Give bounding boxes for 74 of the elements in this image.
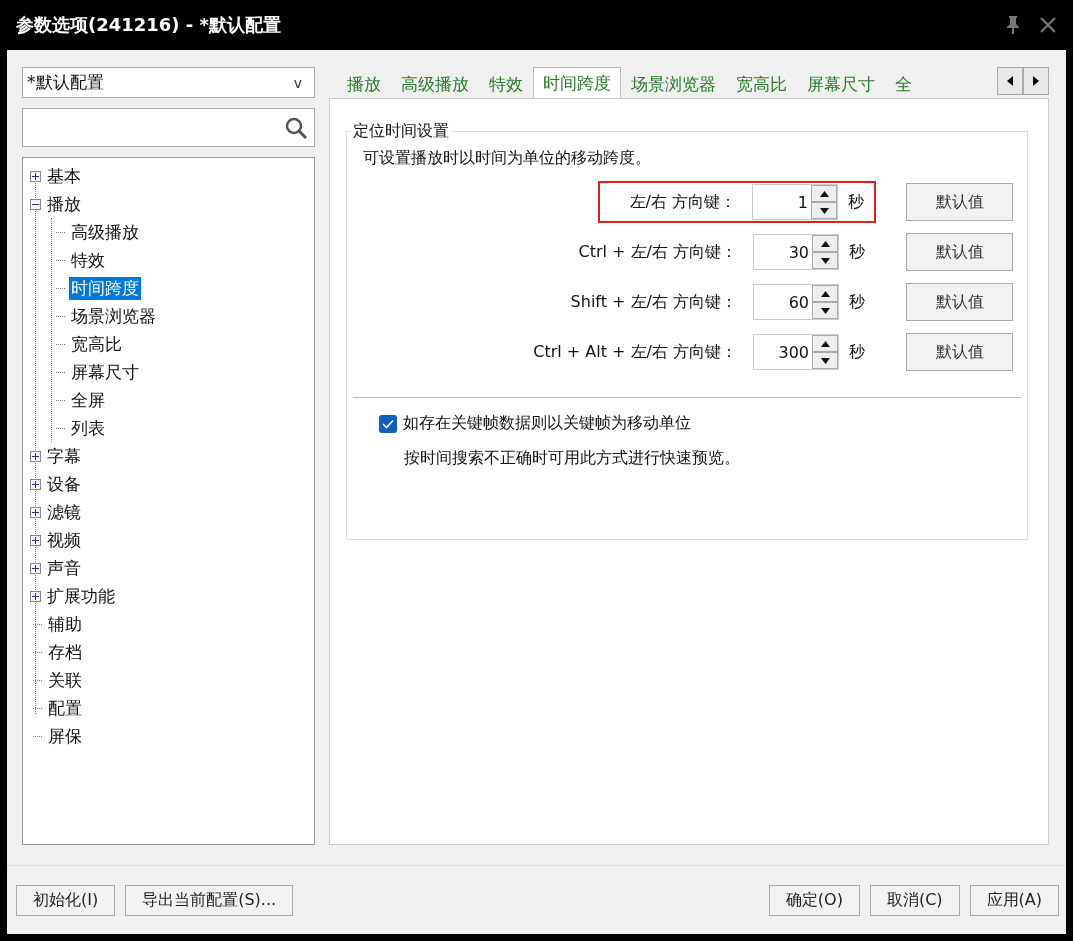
pin-icon[interactable] [1005,15,1021,35]
window-title: 参数选项(241216) - *默认配置 [16,13,283,37]
tree-item[interactable]: 关联 [46,668,84,692]
right-triangle-icon [1033,76,1039,86]
default-button[interactable]: 默认值 [906,183,1013,221]
tree-item[interactable]: 基本 [45,164,83,188]
tree-item[interactable]: 视频 [45,528,83,552]
tree-item[interactable]: 声音 [45,556,83,580]
expand-icon[interactable] [30,170,41,182]
unit-label: 秒 [849,241,866,263]
tree-item[interactable]: 全屏 [69,388,107,412]
default-button[interactable]: 默认值 [906,283,1013,321]
search-field[interactable] [22,108,315,147]
tab[interactable]: 全 [885,69,922,98]
checkmark-icon [382,418,394,429]
collapse-icon[interactable] [30,198,41,210]
tree-item[interactable]: 配置 [46,696,84,720]
tree-item[interactable]: 滤镜 [45,500,83,524]
number-spinner[interactable]: 30 [753,234,839,270]
unit-label: 秒 [848,191,865,213]
left-triangle-icon [1007,76,1013,86]
tree-item[interactable]: 存档 [46,640,84,664]
tab[interactable]: 特效 [479,69,533,98]
number-spinner[interactable]: 60 [753,284,839,320]
hint-text: 按时间搜索不正确时可用此方式进行快速预览。 [404,448,741,469]
checkbox[interactable] [379,414,397,433]
close-icon[interactable] [1039,16,1057,34]
tab[interactable]: 播放 [337,69,391,98]
field-label: 左/右 方向键： [629,191,736,213]
number-spinner[interactable]: 1 [752,184,838,220]
expand-icon[interactable] [30,478,41,490]
tree-item[interactable]: 时间跨度 [69,276,141,300]
field-label: Shift + 左/右 方向键： [570,291,737,313]
tree-item[interactable]: 辅助 [46,612,84,636]
tree-item[interactable]: 屏保 [46,724,84,748]
field-label: Ctrl + Alt + 左/右 方向键： [533,341,737,363]
tree-item[interactable]: 场景浏览器 [69,304,158,328]
expand-icon[interactable] [30,450,41,462]
tab[interactable]: 宽高比 [726,69,797,98]
footer-button[interactable]: 取消(C) [869,884,960,916]
tree-item[interactable]: 高级播放 [69,220,141,244]
search-icon [284,115,308,140]
tree-item[interactable]: 宽高比 [69,332,124,356]
scroll-left-button[interactable] [997,67,1023,95]
tree-item[interactable]: 设备 [45,472,83,496]
expand-icon[interactable] [30,590,41,602]
tab[interactable]: 时间跨度 [533,67,621,98]
tree-item[interactable]: 特效 [69,248,107,272]
tree-item[interactable]: 屏幕尺寸 [69,360,141,384]
profile-dropdown[interactable]: *默认配置 v [22,67,315,98]
default-button[interactable]: 默认值 [906,333,1013,371]
description-text: 可设置播放时以时间为单位的移动跨度。 [363,148,652,169]
field-label: Ctrl + 左/右 方向键： [578,241,737,263]
unit-label: 秒 [849,291,866,313]
expand-icon[interactable] [30,562,41,574]
footer-button[interactable]: 应用(A) [969,884,1059,916]
expand-icon[interactable] [30,506,41,518]
tab[interactable]: 屏幕尺寸 [797,69,885,98]
footer-button[interactable]: 确定(O) [768,884,860,916]
checkbox-label: 如存在关键帧数据则以关键帧为移动单位 [403,413,691,434]
number-spinner[interactable]: 300 [753,334,839,370]
footer-button[interactable]: 导出当前配置(S)... [125,884,294,916]
tab[interactable]: 高级播放 [391,69,479,98]
scroll-right-button[interactable] [1023,67,1049,95]
unit-label: 秒 [849,341,866,363]
tab[interactable]: 场景浏览器 [621,69,726,98]
tree-item[interactable]: 播放 [45,192,83,216]
expand-icon[interactable] [30,534,41,546]
tree-item[interactable]: 扩展功能 [45,584,117,608]
tree-item[interactable]: 字幕 [45,444,83,468]
tree-item[interactable]: 列表 [69,416,107,440]
footer-button[interactable]: 初始化(I) [16,884,116,916]
group-title: 定位时间设置 [352,121,450,142]
default-button[interactable]: 默认值 [906,233,1013,271]
